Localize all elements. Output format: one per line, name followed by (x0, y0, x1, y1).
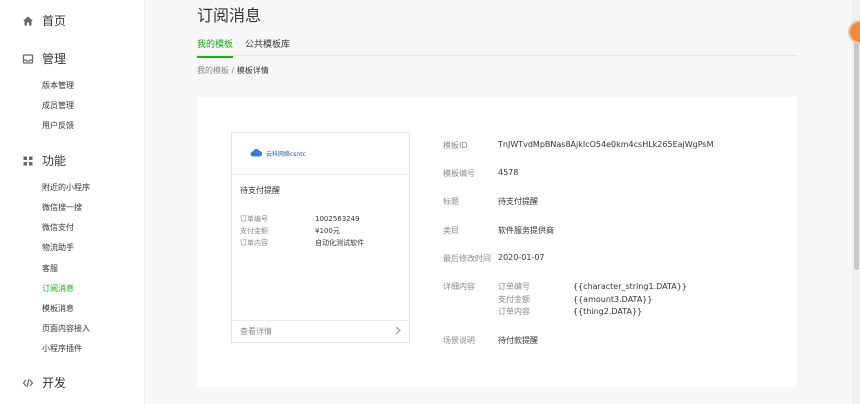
inbox-icon (22, 53, 34, 65)
detail-template-no: 模板编号 4578 (443, 168, 518, 179)
nav-home-label: 首页 (42, 14, 67, 28)
content-variable-list: 订单编号 {{character_string1.DATA}} 支付金额 {{a… (498, 281, 687, 319)
nav-features-label: 功能 (42, 154, 67, 168)
detail-label: 最后修改时间 (443, 254, 491, 263)
view-details-label: 查看详情 (240, 327, 272, 336)
main-content: 订阅消息 我的模板 公共模板库 我的模板 / 模板详情 云科网络csntc 待支… (145, 0, 860, 404)
preview-title: 待支付提醒 (240, 186, 280, 195)
preview-row: 订单内容 自动化测试软件 (240, 237, 364, 249)
variable-key: 订单编号 (498, 282, 530, 291)
preview-row-key: 订单编号 (240, 215, 268, 223)
preview-row-value: 1002563249 (315, 215, 360, 223)
nav-manage-label: 管理 (42, 52, 67, 66)
sidebar-item-logistics[interactable]: 物流助手 (42, 242, 74, 253)
variable-key: 订单内容 (498, 307, 530, 316)
sidebar-item-template-msg[interactable]: 模板消息 (42, 303, 74, 314)
nav-features[interactable]: 功能 (22, 152, 66, 169)
preview-row-key: 支付金额 (240, 227, 268, 235)
sidebar-item-nearby[interactable]: 附近的小程序 (42, 182, 90, 193)
sidebar-item-feedback[interactable]: 用户反馈 (42, 120, 74, 131)
modified-value: 2020-01-07 (498, 253, 545, 262)
home-icon (22, 15, 34, 27)
detail-title: 标题 待支付提醒 (443, 196, 538, 207)
template-id-value: TnJWTvdMpBNas8AjkIcO54e0km4csHLk265EajWg… (498, 140, 714, 149)
template-no-value: 4578 (498, 168, 519, 177)
detail-scene: 场景说明 待付款提醒 (443, 335, 538, 346)
category-value: 软件服务提供商 (498, 226, 554, 235)
nav-develop[interactable]: 开发 (22, 374, 66, 391)
preview-header: 云科网络csntc (232, 133, 409, 175)
nav-manage[interactable]: 管理 (22, 50, 66, 67)
breadcrumb: 我的模板 / 模板详情 (197, 65, 269, 76)
scene-value: 待付款提醒 (498, 336, 538, 345)
preview-row-value: ¥100元 (315, 227, 340, 235)
sidebar-item-members[interactable]: 成员管理 (42, 100, 74, 111)
breadcrumb-parent[interactable]: 我的模板 (197, 66, 229, 75)
detail-label: 详细内容 (443, 282, 475, 291)
chevron-right-icon (395, 326, 401, 337)
list-item: 订单内容 {{thing2.DATA}} (498, 306, 687, 319)
list-item: 订单编号 {{character_string1.DATA}} (498, 281, 687, 294)
variable-value: {{thing2.DATA}} (573, 307, 643, 316)
detail-template-id: 模板ID TnJWTvdMpBNas8AjkIcO54e0km4csHLk265… (443, 140, 714, 151)
preview-fields: 订单编号 1002563249 支付金额 ¥100元 订单内容 自动化测试软件 (240, 213, 364, 249)
brand-logo: 云科网络csntc (250, 148, 306, 159)
detail-category: 类目 软件服务提供商 (443, 225, 554, 236)
nav-home[interactable]: 首页 (22, 12, 66, 29)
detail-label: 类目 (443, 226, 459, 235)
sidebar-item-content[interactable]: 页面内容接入 (42, 323, 90, 334)
sidebar-item-version[interactable]: 版本管理 (42, 80, 74, 91)
scrollbar-thumb[interactable] (854, 40, 859, 270)
sidebar: 首页 管理 版本管理 成员管理 用户反馈 功能 附近的小程序 微信搜一搜 微信支… (0, 0, 145, 404)
sidebar-item-subscribe[interactable]: 订阅消息 (42, 283, 74, 294)
code-icon (22, 377, 34, 389)
detail-content: 详细内容 订单编号 {{character_string1.DATA}} 支付金… (443, 281, 687, 319)
detail-label: 标题 (443, 197, 459, 206)
grid-icon (22, 155, 34, 167)
preview-row: 订单编号 1002563249 (240, 213, 364, 225)
sidebar-item-search[interactable]: 微信搜一搜 (42, 202, 82, 213)
tabs-divider (197, 55, 797, 56)
view-details-link[interactable]: 查看详情 (232, 320, 409, 342)
breadcrumb-separator: / (231, 66, 235, 75)
message-preview: 云科网络csntc 待支付提醒 订单编号 1002563249 支付金额 ¥10… (231, 132, 410, 343)
variable-key: 支付金额 (498, 294, 530, 304)
title-value: 待支付提醒 (498, 197, 538, 206)
detail-modified: 最后修改时间 2020-01-07 (443, 253, 545, 264)
detail-label: 场景说明 (443, 336, 475, 345)
detail-label: 模板编号 (443, 169, 475, 178)
preview-row: 支付金额 ¥100元 (240, 225, 364, 237)
preview-row-key: 订单内容 (240, 239, 268, 247)
nav-develop-label: 开发 (42, 376, 67, 390)
sidebar-item-plugins[interactable]: 小程序插件 (42, 343, 82, 354)
sidebar-item-pay[interactable]: 微信支付 (42, 222, 74, 233)
list-item: 支付金额 {{amount3.DATA}} (498, 294, 687, 307)
breadcrumb-current: 模板详情 (236, 66, 269, 75)
cloud-icon (250, 148, 263, 159)
preview-row-value: 自动化测试软件 (315, 239, 364, 247)
template-detail-card: 云科网络csntc 待支付提醒 订单编号 1002563249 支付金额 ¥10… (197, 97, 797, 387)
scrollbar[interactable] (852, 0, 860, 404)
brand-logo-text: 云科网络csntc (266, 151, 306, 158)
detail-label: 模板ID (443, 141, 468, 150)
page-title: 订阅消息 (197, 6, 262, 25)
variable-value: {{amount3.DATA}} (573, 294, 653, 304)
sidebar-item-service[interactable]: 客服 (42, 263, 58, 274)
variable-value: {{character_string1.DATA}} (573, 282, 687, 291)
